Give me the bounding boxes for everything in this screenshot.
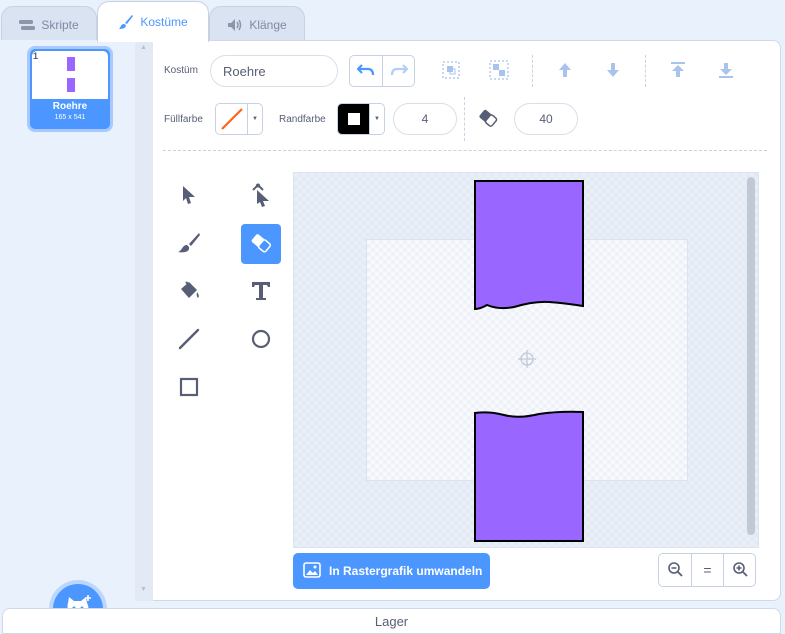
costume-list-panel: 1 Roehre 165 x 541 ▲ ▼ bbox=[0, 40, 153, 634]
toolbar-divider-2 bbox=[645, 55, 646, 87]
speaker-icon bbox=[227, 18, 243, 32]
top-pipe bbox=[474, 180, 584, 311]
backward-button[interactable] bbox=[598, 56, 628, 86]
tab-costumes-label: Kostüme bbox=[140, 15, 188, 29]
brush-icon bbox=[118, 14, 134, 30]
scroll-down-icon[interactable]: ▼ bbox=[140, 586, 147, 593]
backward-icon bbox=[603, 60, 623, 83]
bring-to-front-icon bbox=[668, 60, 688, 83]
back-button[interactable] bbox=[711, 56, 741, 86]
undo-redo-group bbox=[349, 55, 415, 87]
tab-costumes[interactable]: Kostüme bbox=[97, 1, 209, 42]
zoom-reset-button[interactable]: = bbox=[691, 554, 723, 586]
group-icon bbox=[441, 60, 461, 83]
eraser-size-input[interactable]: 40 bbox=[514, 103, 578, 135]
zoom-out-icon bbox=[667, 561, 683, 580]
canvas-vertical-scrollbar[interactable] bbox=[747, 177, 755, 535]
outline-swatch bbox=[338, 104, 370, 134]
bottom-pipe bbox=[474, 410, 584, 542]
zoom-controls: = bbox=[658, 553, 756, 587]
fill-color-picker[interactable]: ▼ bbox=[215, 103, 263, 135]
thumb-bottom-pipe bbox=[67, 78, 75, 92]
select-tool[interactable] bbox=[169, 176, 209, 216]
forward-button[interactable] bbox=[550, 56, 580, 86]
costume-size: 165 x 541 bbox=[54, 114, 86, 121]
fill-tool[interactable] bbox=[169, 272, 209, 312]
code-icon bbox=[19, 19, 36, 31]
costume-item[interactable]: 1 Roehre 165 x 541 bbox=[27, 46, 113, 132]
canvas-drawing bbox=[474, 180, 584, 542]
line-tool[interactable] bbox=[169, 320, 209, 360]
scroll-up-icon[interactable]: ▲ bbox=[140, 44, 147, 51]
send-to-back-icon bbox=[716, 60, 736, 83]
paint-editor: Kostüm Roehre Füllfarbe ▼ Randfarbe ▼ 4 … bbox=[153, 40, 781, 601]
editor-tabs: Skripte Kostüme Klänge bbox=[0, 0, 785, 42]
costume-name-label: Kostüm bbox=[164, 65, 198, 76]
zoom-in-button[interactable] bbox=[723, 554, 755, 586]
reshape-tool[interactable] bbox=[241, 176, 281, 216]
rectangle-tool[interactable] bbox=[169, 368, 209, 408]
circle-tool[interactable] bbox=[241, 320, 281, 360]
paint-canvas[interactable] bbox=[293, 172, 759, 548]
brush-icon bbox=[177, 232, 201, 257]
text-tool[interactable] bbox=[241, 272, 281, 312]
forward-icon bbox=[555, 60, 575, 83]
thumb-top-pipe bbox=[67, 57, 75, 71]
text-icon bbox=[250, 280, 272, 305]
image-icon bbox=[303, 561, 321, 581]
fill-color-label: Füllfarbe bbox=[164, 114, 203, 125]
chevron-down-icon: ▼ bbox=[247, 104, 262, 134]
eraser-tool[interactable] bbox=[241, 224, 281, 264]
redo-button[interactable] bbox=[382, 56, 414, 86]
toolbar-divider bbox=[532, 55, 533, 87]
eraser-size-icon bbox=[473, 103, 503, 133]
rectangle-icon bbox=[178, 376, 200, 401]
toolbar-divider-3 bbox=[464, 97, 465, 141]
tab-sounds[interactable]: Klänge bbox=[209, 6, 305, 42]
group-button[interactable] bbox=[436, 56, 466, 86]
tab-sounds-label: Klänge bbox=[249, 17, 287, 32]
zoom-out-button[interactable] bbox=[659, 554, 691, 586]
crosshair-icon bbox=[518, 350, 536, 368]
circle-icon bbox=[250, 328, 272, 353]
costume-name: Roehre bbox=[52, 101, 88, 112]
costume-number: 1 bbox=[33, 51, 39, 61]
outline-color-picker[interactable]: ▼ bbox=[337, 103, 385, 135]
no-fill-icon bbox=[216, 104, 248, 134]
costume-thumbnail bbox=[32, 51, 108, 99]
chevron-down-icon: ▼ bbox=[369, 104, 384, 134]
tab-scripts[interactable]: Skripte bbox=[1, 6, 97, 42]
outline-width-input[interactable]: 4 bbox=[393, 103, 457, 135]
eraser-icon bbox=[249, 232, 273, 257]
zoom-in-icon bbox=[732, 561, 748, 580]
sidebar-scrollbar[interactable] bbox=[135, 40, 153, 601]
costume-name-input[interactable]: Roehre bbox=[210, 55, 338, 87]
convert-to-bitmap-button[interactable]: In Rastergrafik umwandeln bbox=[293, 553, 490, 589]
backpack-bar[interactable]: Lager bbox=[2, 608, 781, 634]
front-button[interactable] bbox=[663, 56, 693, 86]
tab-scripts-label: Skripte bbox=[41, 17, 79, 32]
undo-button[interactable] bbox=[350, 56, 382, 86]
brush-tool[interactable] bbox=[169, 224, 209, 264]
ungroup-icon bbox=[488, 59, 510, 84]
undo-icon bbox=[356, 63, 375, 80]
arrow-pointer-icon bbox=[180, 184, 198, 209]
reshape-icon bbox=[250, 183, 272, 210]
ungroup-button[interactable] bbox=[484, 56, 514, 86]
outline-color-label: Randfarbe bbox=[279, 114, 326, 125]
toolbar-separator bbox=[163, 150, 767, 151]
line-icon bbox=[178, 328, 200, 353]
paint-bucket-icon bbox=[177, 279, 201, 306]
convert-button-label: In Rastergrafik umwandeln bbox=[329, 564, 483, 578]
redo-icon bbox=[390, 63, 408, 80]
